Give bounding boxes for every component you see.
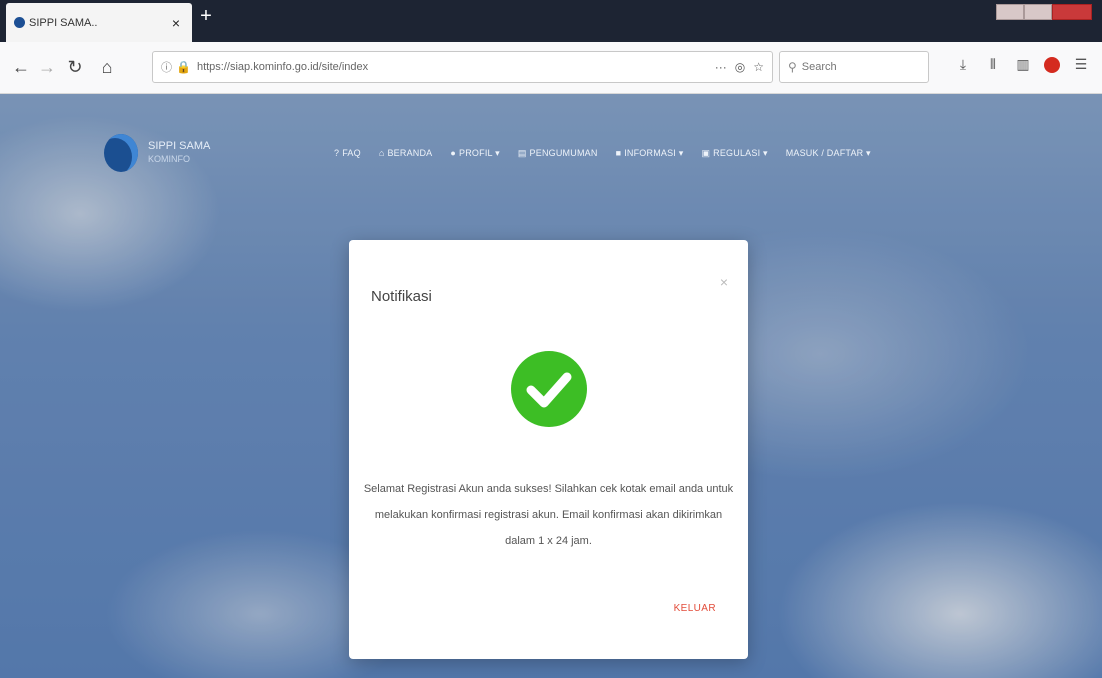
modal-message: Selamat Registrasi Akun anda sukses! Sil…	[363, 483, 734, 547]
brand-subtitle: KOMINFO	[148, 154, 190, 164]
home-icon: ⌂	[378, 148, 385, 158]
nav-label: BERANDA	[387, 148, 433, 158]
nav-label: PROFIL ▾	[459, 148, 500, 158]
address-tools: ··· ◎ ☆	[715, 60, 764, 74]
success-check-icon	[511, 351, 587, 427]
bookmark-star-icon[interactable]: ☆	[753, 60, 764, 74]
nav-label: FAQ	[342, 148, 361, 158]
user-icon: ●	[450, 148, 457, 158]
lock-icon: 🔒	[176, 60, 191, 74]
library-icon[interactable]: ⫴	[984, 56, 1002, 73]
nav-label: PENGUMUMAN	[529, 148, 598, 158]
nav-item-beranda[interactable]: ⌂ BERANDA	[379, 148, 433, 159]
site-brand[interactable]: SIPPI SAMA KOMINFO	[104, 134, 210, 172]
window-controls	[996, 4, 1092, 20]
help-icon: ?	[334, 148, 340, 158]
search-icon: ⚲	[788, 60, 797, 74]
browser-tab[interactable]: SIPPI SAMA.. ×	[6, 3, 192, 42]
search-box[interactable]: ⚲	[779, 51, 929, 83]
window-close-button[interactable]	[1052, 4, 1092, 20]
web-page: SIPPI SAMA KOMINFO ? FAQ ⌂ BERANDA ● PROFIL…	[0, 94, 1102, 678]
browser-nav-bar: ← → ↻ ⌂ ⓘ 🔒 https://siap.kominfo.go.id/s…	[0, 42, 1102, 94]
tab-close-icon[interactable]: ×	[168, 15, 184, 31]
main-nav: ? FAQ ⌂ BERANDA ● PROFIL ▾ ▤ PENGUMUMAN ■ INF…	[334, 148, 871, 159]
back-arrow-icon[interactable]: ←	[10, 56, 32, 78]
nav-item-informasi[interactable]: ■ INFORMASI ▾	[616, 148, 684, 159]
minimize-button[interactable]	[996, 4, 1024, 20]
page-info-icon[interactable]: ⓘ	[161, 59, 172, 75]
home-icon[interactable]: ⌂	[96, 56, 118, 78]
nav-item-profil[interactable]: ● PROFIL ▾	[450, 148, 499, 159]
nav-item-masuk-daftar[interactable]: MASUK / DAFTAR ▾	[786, 148, 871, 159]
nav-item-pengumuman[interactable]: ▤ PENGUMUMAN	[518, 148, 598, 159]
modal-close-icon[interactable]: ×	[720, 274, 728, 290]
page-actions-icon[interactable]: ···	[715, 60, 727, 74]
download-icon[interactable]: ⤓	[954, 56, 972, 73]
pocket-icon[interactable]: ◎	[735, 60, 745, 74]
nav-item-regulasi[interactable]: ▣ REGULASI ▾	[701, 148, 767, 159]
announcement-icon: ▤	[517, 148, 527, 158]
sidebar-icon[interactable]: ▥	[1014, 56, 1032, 73]
tab-title: SIPPI SAMA..	[29, 16, 98, 29]
nav-item-faq[interactable]: ? FAQ	[334, 148, 361, 159]
browser-tab-bar: SIPPI SAMA.. × +	[0, 0, 1102, 42]
hamburger-menu-icon[interactable]: ☰	[1072, 56, 1090, 73]
site-favicon-icon	[14, 17, 25, 28]
reload-icon[interactable]: ↻	[64, 56, 86, 78]
notification-modal: Notifikasi × Selamat Registrasi Akun and…	[349, 240, 748, 659]
brand-logo-icon	[104, 134, 138, 172]
forward-arrow-icon[interactable]: →	[36, 56, 58, 78]
search-input[interactable]	[801, 61, 912, 73]
toolbar-right: ⤓ ⫴ ▥ ☰	[954, 56, 1090, 73]
document-icon: ■	[615, 148, 622, 158]
extension-icon[interactable]	[1044, 56, 1060, 73]
address-bar[interactable]: ⓘ 🔒 https://siap.kominfo.go.id/site/inde…	[152, 51, 773, 83]
url-text: https://siap.kominfo.go.id/site/index	[196, 61, 369, 73]
regulation-icon: ▣	[701, 148, 711, 158]
new-tab-button[interactable]: +	[196, 5, 216, 27]
keluar-button[interactable]: KELUAR	[674, 603, 716, 614]
brand-name: SIPPI SAMA	[148, 140, 211, 152]
nav-label: MASUK / DAFTAR ▾	[785, 148, 871, 158]
modal-title: Notifikasi	[371, 288, 432, 305]
nav-label: INFORMASI ▾	[624, 148, 684, 158]
maximize-button[interactable]	[1024, 4, 1052, 20]
nav-label: REGULASI ▾	[713, 148, 768, 158]
